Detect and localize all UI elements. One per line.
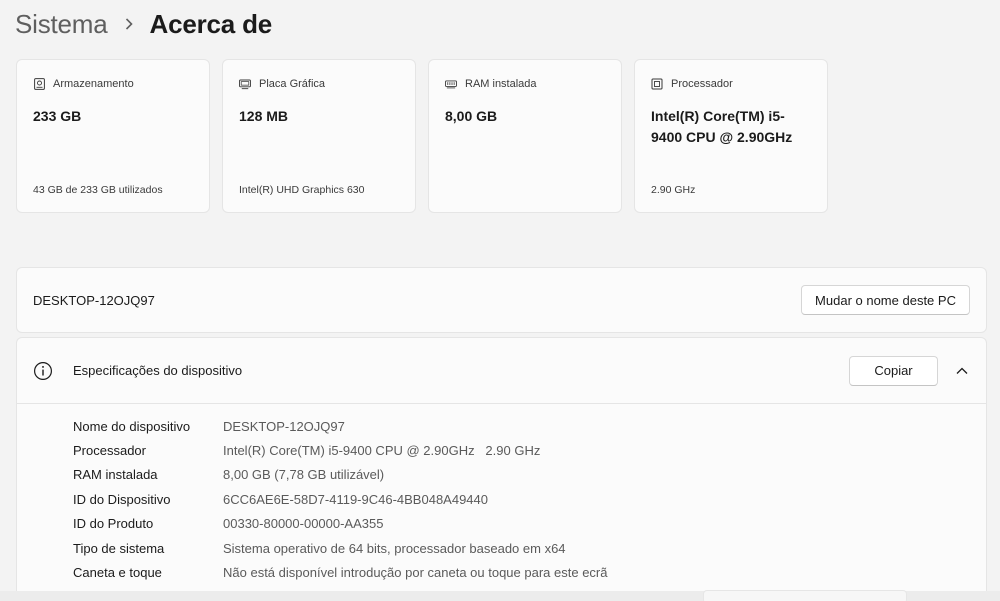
processor-icon [651,78,663,90]
card-label: Armazenamento [53,78,134,90]
spec-key: Processador [73,443,146,459]
card-value: 128 MB [239,108,289,124]
pc-name: DESKTOP-12OJQ97 [33,292,155,308]
spec-list: Nome do dispositivo DESKTOP-12OJQ97 Proc… [17,404,986,585]
summary-cards: Armazenamento 233 GB 43 GB de 233 GB uti… [16,59,828,213]
spec-value: Sistema operativo de 64 bits, processado… [223,540,566,556]
card-value: 233 GB [33,108,82,124]
card-subtext: Intel(R) UHD Graphics 630 [239,184,365,196]
spec-value: 8,00 GB (7,78 GB utilizável) [223,467,385,483]
device-specifications-title: Especificações do dispositivo [73,363,243,378]
card-label: Processador [671,78,733,90]
breadcrumb: Sistema Acerca de [15,6,272,42]
card-value: 8,00 GB [445,108,498,124]
device-specifications-header[interactable]: Especificações do dispositivo Copiar [17,338,986,404]
chevron-right-icon [124,17,134,31]
page-title: Acerca de [149,8,273,39]
card-subtext: 43 GB de 233 GB utilizados [33,184,163,196]
spec-row-processor: Processador Intel(R) Core(TM) i5-9400 CP… [17,438,986,462]
spec-key: ID do Produto [73,516,154,532]
card-label: Placa Gráfica [259,78,326,90]
card-label: RAM instalada [465,78,537,90]
copy-button[interactable]: Copiar [849,355,938,386]
spec-key: RAM instalada [73,467,158,483]
card-value: Intel(R) Core(TM) i5-9400 CPU @ 2.90GHz [651,108,793,145]
spec-value: Não está disponível introdução por canet… [223,565,608,581]
storage-icon [33,78,45,90]
card-subtext: 2.90 GHz [651,184,696,196]
card-storage[interactable]: Armazenamento 233 GB 43 GB de 233 GB uti… [16,59,210,213]
spec-row-device-id: ID do Dispositivo 6CC6AE6E-58D7-4119-9C4… [17,487,986,511]
card-processor[interactable]: Processador Intel(R) Core(TM) i5-9400 CP… [634,59,828,213]
spec-value: 00330-80000-00000-AA355 [223,516,384,532]
spec-key: ID do Dispositivo [73,491,171,507]
card-ram[interactable]: RAM instalada 8,00 GB [428,59,622,213]
breadcrumb-parent-sistema[interactable]: Sistema [15,9,108,40]
settings-about-page: Sistema Acerca de Armazenamento 233 GB 4… [0,0,1000,601]
info-icon [33,361,53,381]
floating-element-edge [703,590,907,601]
rename-pc-button[interactable]: Mudar o nome deste PC [801,285,970,315]
spec-value: Intel(R) Core(TM) i5-9400 CPU @ 2.90GHz … [223,443,541,459]
device-specifications-panel: Especificações do dispositivo Copiar Nom… [16,337,987,601]
spec-key: Caneta e toque [73,565,162,581]
spec-row-installed-ram: RAM instalada 8,00 GB (7,78 GB utilizáve… [17,463,986,487]
spec-row-system-type: Tipo de sistema Sistema operativo de 64 … [17,536,986,560]
spec-key: Nome do dispositivo [73,418,191,434]
card-graphics[interactable]: Placa Gráfica 128 MB Intel(R) UHD Graphi… [222,59,416,213]
spec-key: Tipo de sistema [73,540,165,556]
spec-row-pen-and-touch: Caneta e toque Não está disponível intro… [17,560,986,584]
spec-value: 6CC6AE6E-58D7-4119-9C46-4BB048A49440 [223,491,488,507]
display-adapter-icon [239,78,251,90]
chevron-up-icon[interactable] [954,363,970,379]
pc-name-row: DESKTOP-12OJQ97 Mudar o nome deste PC [16,267,987,333]
spec-row-device-name: Nome do dispositivo DESKTOP-12OJQ97 [17,414,986,438]
ram-icon [445,78,457,90]
spec-value: DESKTOP-12OJQ97 [223,418,345,434]
spec-row-product-id: ID do Produto 00330-80000-00000-AA355 [17,512,986,536]
